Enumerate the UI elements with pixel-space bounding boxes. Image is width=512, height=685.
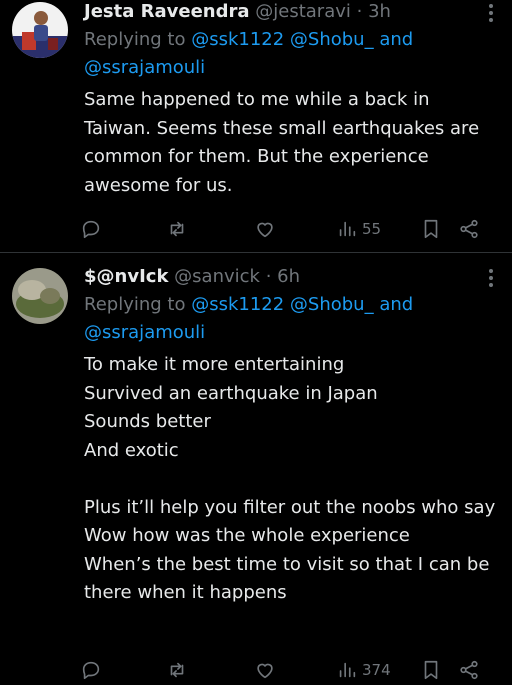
views-button[interactable]: 55 xyxy=(336,214,381,244)
mention-link[interactable]: @ssrajamouli xyxy=(84,57,205,78)
timestamp[interactable]: 6h xyxy=(277,266,300,287)
retweet-icon xyxy=(170,662,184,678)
bookmark-icon xyxy=(424,660,438,680)
author-handle[interactable]: @jestaravi xyxy=(255,1,351,22)
replying-to-label: Replying to xyxy=(84,294,192,315)
separator-dot: · xyxy=(356,1,363,22)
replying-to-label: Replying to xyxy=(84,29,192,50)
like-icon xyxy=(257,222,273,238)
views-icon xyxy=(339,662,356,678)
author-name[interactable]: Jesta Raveendra xyxy=(84,1,250,22)
retweet-button[interactable] xyxy=(166,214,188,244)
replying-to: Replying to @ssk1122 @Shobu_ and @ssrajam… xyxy=(84,291,496,347)
action-bar: 374 xyxy=(80,655,502,685)
author-handle[interactable]: @sanvick xyxy=(174,266,260,287)
separator-dot: · xyxy=(265,266,272,287)
author-name[interactable]: $@nvIck xyxy=(84,266,168,287)
like-button[interactable] xyxy=(254,214,276,244)
tweet-text: Same happened to me while a back in Taiw… xyxy=(84,89,485,196)
views-button[interactable]: 374 xyxy=(336,655,391,685)
tweet-text: To make it more entertaining Survived an… xyxy=(84,354,496,603)
mention-link[interactable]: @ssk1122 @Shobu_ xyxy=(191,294,373,315)
more-icon[interactable] xyxy=(488,269,494,291)
share-button[interactable] xyxy=(458,655,480,685)
reply-icon xyxy=(82,220,100,239)
bookmark-button[interactable] xyxy=(420,214,442,244)
share-icon xyxy=(460,219,478,239)
like-button[interactable] xyxy=(254,655,276,685)
tweet-jesta[interactable]: Jesta Raveendra @jestaravi · 3h Replying… xyxy=(0,0,512,253)
share-button[interactable] xyxy=(458,214,480,244)
tweet-sanvick[interactable]: $@nvIck @sanvick · 6h Replying to @ssk11… xyxy=(0,253,512,683)
replying-to: Replying to @ssk1122 @Shobu_ and @ssrajam… xyxy=(84,26,496,82)
views-count: 374 xyxy=(362,661,391,679)
share-icon xyxy=(460,660,478,680)
mention-link[interactable]: @ssrajamouli xyxy=(84,322,205,343)
action-bar: 55 xyxy=(80,214,502,244)
views-count: 55 xyxy=(362,220,382,238)
replying-to-and[interactable]: and xyxy=(374,29,413,50)
more-icon[interactable] xyxy=(488,4,494,26)
reply-button[interactable] xyxy=(80,655,102,685)
timestamp[interactable]: 3h xyxy=(368,1,391,22)
replying-to-and[interactable]: and xyxy=(374,294,413,315)
avatar[interactable] xyxy=(12,2,68,58)
avatar[interactable] xyxy=(12,268,68,324)
retweet-icon xyxy=(170,221,184,237)
like-icon xyxy=(257,663,273,679)
tweet-header: Jesta Raveendra @jestaravi · 3h xyxy=(84,0,496,24)
views-icon xyxy=(339,221,356,237)
bookmark-button[interactable] xyxy=(420,655,442,685)
reply-icon xyxy=(82,661,100,680)
reply-button[interactable] xyxy=(80,214,102,244)
tweet-header: $@nvIck @sanvick · 6h xyxy=(84,265,496,289)
bookmark-icon xyxy=(424,219,438,239)
mention-link[interactable]: @ssk1122 @Shobu_ xyxy=(191,29,373,50)
retweet-button[interactable] xyxy=(166,655,188,685)
